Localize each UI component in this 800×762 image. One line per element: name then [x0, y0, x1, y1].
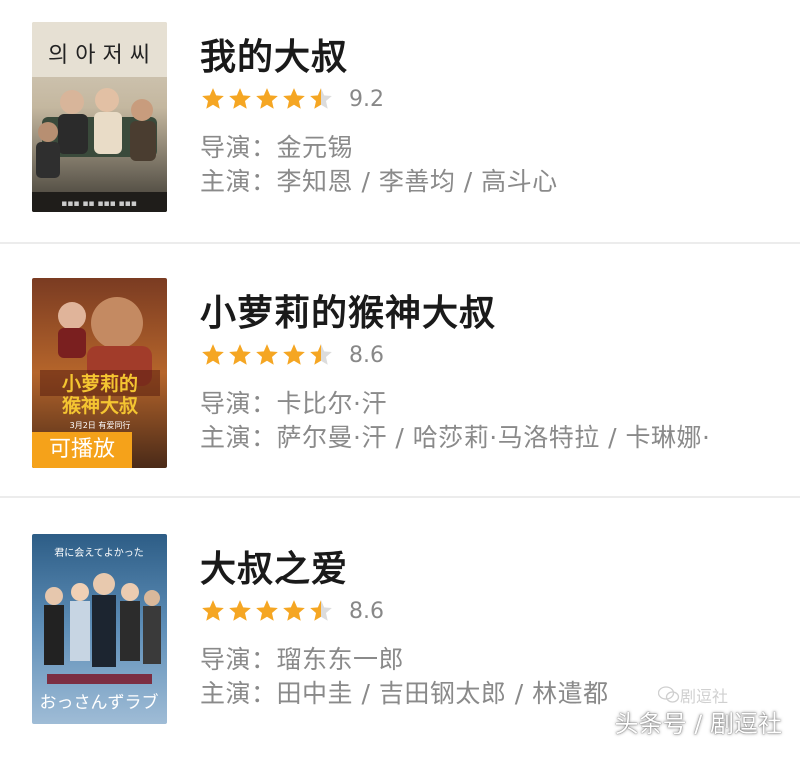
- director-label: 导演：: [200, 645, 277, 674]
- cast-names: 萨尔曼·汗 / 哈莎莉·马洛特拉 / 卡琳娜·: [276, 423, 711, 452]
- star-icon: [256, 600, 278, 621]
- poster-image[interactable]: 小萝莉的 猴神大叔 3月2日 有爱同行 可播放: [32, 278, 167, 468]
- star-rating: [200, 86, 335, 112]
- cast-line: 主演：李知恩 / 李善均 / 高斗心: [200, 162, 558, 198]
- director-line: 导演：卡比尔·汗: [200, 384, 387, 420]
- director-name: 卡比尔·汗: [276, 389, 387, 418]
- star-icon: [229, 600, 251, 621]
- rating-score: 8.6: [349, 598, 384, 624]
- poster-title: おっさんずラブ: [40, 692, 159, 713]
- star-rating: [200, 598, 335, 624]
- cast-label: 主演：: [200, 167, 277, 196]
- half-star-icon: [310, 600, 332, 621]
- cast-names: 田中圭 / 吉田钢太郎 / 林遣都: [276, 679, 609, 708]
- svg-text:의 아 저 씨: 의 아 저 씨: [48, 43, 150, 68]
- watermark-text: 头条号 / 剧逗社: [614, 710, 782, 738]
- cast-label: 主演：: [200, 423, 277, 452]
- star-icon: [202, 88, 224, 109]
- star-rating: [200, 342, 335, 368]
- poster-art: 의 아 저 씨 ▪▪▪ ▪▪ ▪▪▪ ▪▪▪: [32, 22, 167, 212]
- divider: [0, 242, 800, 244]
- poster-title-line-1: 小萝莉的: [62, 372, 138, 395]
- play-badge[interactable]: 可播放: [32, 432, 132, 468]
- director-label: 导演：: [200, 133, 277, 162]
- poster-date: 3月2日 有爱同行: [70, 420, 131, 430]
- rating-row: 8.6: [200, 594, 384, 628]
- movie-title[interactable]: 小萝莉的猴神大叔: [200, 284, 496, 336]
- star-icon: [229, 88, 251, 109]
- list-item[interactable]: 의 아 저 씨 ▪▪▪ ▪▪ ▪▪▪ ▪▪▪ 我的大叔 9.2 导演：金元锡 主…: [0, 10, 800, 250]
- director-line: 导演：瑠东东一郎: [200, 640, 404, 676]
- poster-image[interactable]: 의 아 저 씨 ▪▪▪ ▪▪ ▪▪▪ ▪▪▪: [32, 22, 167, 212]
- rating-score: 9.2: [349, 86, 384, 112]
- star-icon: [283, 88, 305, 109]
- wechat-icon: [657, 686, 680, 703]
- star-icon: [256, 344, 278, 365]
- rating-score: 8.6: [349, 342, 384, 368]
- director-line: 导演：金元锡: [200, 128, 353, 164]
- star-icon: [202, 344, 224, 365]
- poster-image[interactable]: 君に会えてよかった おっさんずラブ: [32, 534, 167, 724]
- star-icon: [229, 344, 251, 365]
- half-star-icon: [310, 88, 332, 109]
- toutiao-watermark: 头条号 / 剧逗社: [615, 704, 782, 739]
- director-name: 金元锡: [276, 133, 354, 162]
- star-icon: [202, 600, 224, 621]
- star-icon: [256, 88, 278, 109]
- svg-text:▪▪▪ ▪▪ ▪▪▪ ▪▪▪: ▪▪▪ ▪▪ ▪▪▪ ▪▪▪: [61, 199, 137, 209]
- movie-title[interactable]: 我的大叔: [200, 28, 348, 80]
- poster-title-line-2: 猴神大叔: [62, 394, 139, 417]
- director-label: 导演：: [200, 389, 277, 418]
- director-name: 瑠东东一郎: [276, 645, 405, 674]
- list-item[interactable]: 小萝莉的 猴神大叔 3月2日 有爱同行 可播放 小萝莉的猴神大叔 8.6 导演：…: [0, 266, 800, 506]
- star-icon: [283, 600, 305, 621]
- cast-line: 主演：田中圭 / 吉田钢太郎 / 林遣都: [200, 674, 609, 710]
- half-star-icon: [310, 344, 332, 365]
- cast-line: 主演：萨尔曼·汗 / 哈莎莉·马洛特拉 / 卡琳娜·: [200, 418, 711, 454]
- rating-row: 8.6: [200, 338, 384, 372]
- star-icon: [283, 344, 305, 365]
- movie-title[interactable]: 大叔之爱: [200, 540, 348, 592]
- rating-row: 9.2: [200, 82, 384, 116]
- poster-art: 君に会えてよかった おっさんずラブ: [32, 534, 167, 724]
- cast-names: 李知恩 / 李善均 / 高斗心: [276, 167, 558, 196]
- poster-tagline: 君に会えてよかった: [54, 546, 144, 559]
- cast-label: 主演：: [200, 679, 277, 708]
- divider: [0, 496, 800, 498]
